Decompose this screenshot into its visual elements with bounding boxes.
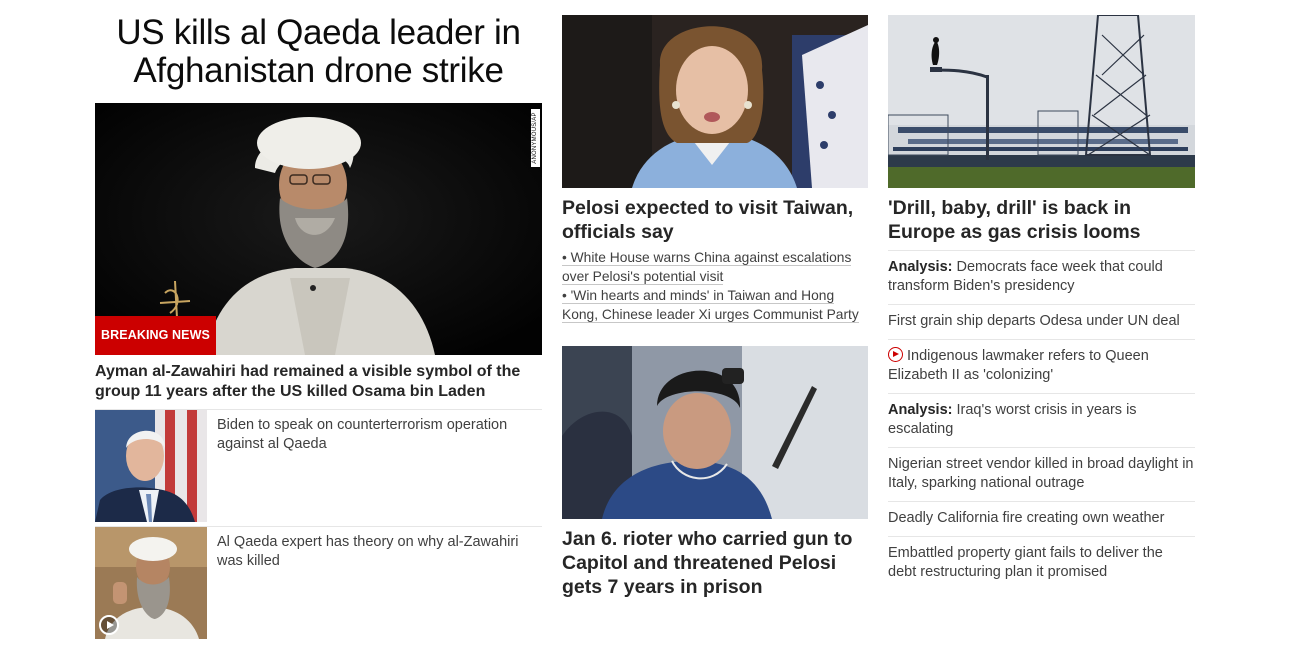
main-headline[interactable]: US kills al Qaeda leader in Afghanistan …	[95, 14, 542, 90]
thumb-story[interactable]: Biden to speak on counterterrorism opera…	[95, 410, 542, 522]
photo-credit: ANONYMOUS/AP	[531, 109, 540, 167]
list-item[interactable]: Nigerian street vendor killed in broad d…	[888, 447, 1195, 501]
list-item[interactable]: Embattled property giant fails to delive…	[888, 536, 1195, 590]
hero-image[interactable]: ANONYMOUS/AP BREAKING NEWS	[95, 103, 542, 355]
list-item[interactable]: Analysis: Iraq's worst crisis in years i…	[888, 393, 1195, 447]
lead-summary-link[interactable]: Ayman al-Zawahiri had remained a visible…	[95, 362, 542, 402]
rioter-image[interactable]	[562, 346, 868, 519]
thumb-story-text[interactable]: Biden to speak on counterterrorism opera…	[217, 416, 537, 454]
video-play-icon	[888, 347, 903, 362]
list-item-text[interactable]: First grain ship departs Odesa under UN …	[888, 313, 1180, 329]
analysis-label: Analysis:	[888, 259, 953, 275]
related-link[interactable]: • White House warns China against escala…	[562, 248, 868, 286]
drill-headline[interactable]: 'Drill, baby, drill' is back in Europe a…	[888, 196, 1195, 244]
related-links: • White House warns China against escala…	[562, 248, 868, 324]
related-link-text[interactable]: • 'Win hearts and minds' in Taiwan and H…	[562, 288, 859, 323]
headline-list: Analysis: Democrats face week that could…	[888, 250, 1195, 590]
photo-credit-text: ANONYMOUS/AP	[532, 112, 538, 164]
thumb-story[interactable]: Al Qaeda expert has theory on why al-Zaw…	[95, 527, 542, 639]
biden-photo	[95, 410, 207, 522]
related-link[interactable]: • 'Win hearts and minds' in Taiwan and H…	[562, 286, 868, 324]
thumb-story-text[interactable]: Al Qaeda expert has theory on why al-Zaw…	[217, 533, 537, 571]
list-item[interactable]: Indigenous lawmaker refers to Queen Eliz…	[888, 339, 1195, 393]
zawahiri-thumbnail[interactable]	[95, 527, 207, 639]
breaking-news-badge: BREAKING NEWS	[95, 316, 216, 355]
gas-field-image[interactable]	[888, 15, 1195, 188]
analysis-label: Analysis:	[888, 402, 953, 418]
gas-field-photo	[888, 15, 1195, 188]
list-item-text[interactable]: Embattled property giant fails to delive…	[888, 545, 1163, 580]
pelosi-headline[interactable]: Pelosi expected to visit Taiwan, officia…	[562, 196, 868, 244]
pelosi-image[interactable]	[562, 15, 868, 188]
list-item[interactable]: Analysis: Democrats face week that could…	[888, 250, 1195, 304]
list-item-text[interactable]: Deadly California fire creating own weat…	[888, 510, 1164, 526]
list-item[interactable]: Deadly California fire creating own weat…	[888, 501, 1195, 536]
list-item[interactable]: First grain ship departs Odesa under UN …	[888, 304, 1195, 339]
pelosi-photo	[562, 15, 868, 188]
list-item-text[interactable]: Nigerian street vendor killed in broad d…	[888, 456, 1193, 491]
play-icon	[99, 615, 119, 635]
biden-thumbnail[interactable]	[95, 410, 207, 522]
related-link-text[interactable]: • White House warns China against escala…	[562, 250, 852, 285]
list-item-text[interactable]: Indigenous lawmaker refers to Queen Eliz…	[888, 348, 1149, 383]
rioter-headline[interactable]: Jan 6. rioter who carried gun to Capitol…	[562, 527, 868, 599]
rioter-photo	[562, 346, 868, 519]
